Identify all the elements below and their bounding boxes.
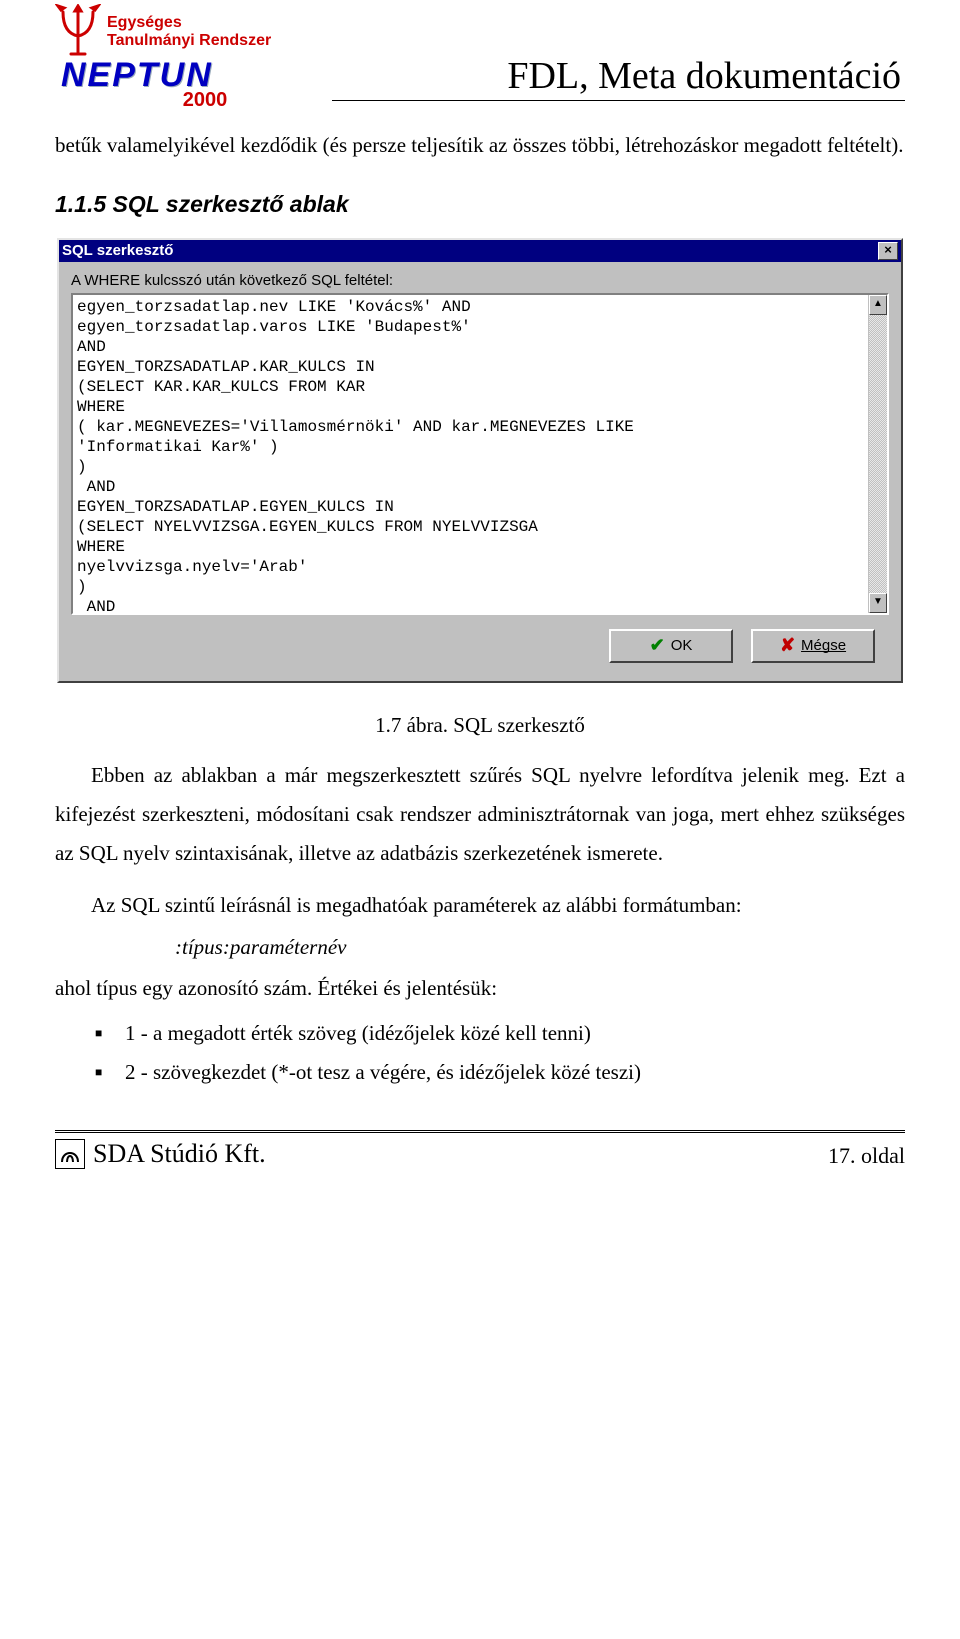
intro-paragraph: betűk valamelyikével kezdődik (és persze… (55, 126, 905, 165)
cancel-label: Mégse (801, 637, 846, 654)
close-icon[interactable]: × (878, 242, 898, 260)
editor-label: A WHERE kulcsszó után következő SQL felt… (71, 272, 889, 289)
vertical-scrollbar[interactable]: ▲ ▼ (868, 295, 887, 613)
sql-editor-field[interactable]: egyen_torzsadatlap.nev LIKE 'Kovács%' AN… (71, 293, 889, 615)
logo-line2: Tanulmányi Rendszer (107, 32, 271, 50)
scroll-track[interactable] (869, 315, 887, 593)
scroll-up-icon[interactable]: ▲ (869, 295, 887, 315)
list-item: 2 - szövegkezdet (*-ot tesz a végére, és… (55, 1053, 905, 1092)
window-titlebar: SQL szerkesztő × (59, 240, 901, 262)
logo-block: Egységes Tanulmányi Rendszer NEPTUN 2000 (55, 4, 315, 112)
section-heading: 1.1.5 SQL szerkesztő ablak (55, 191, 905, 218)
figure-caption: 1.7 ábra. SQL szerkesztő (55, 713, 905, 738)
page-footer: SDA Stúdió Kft. 17. oldal (55, 1130, 905, 1169)
check-icon: ✔ (650, 635, 665, 656)
bullet-list: 1 - a megadott érték szöveg (idézőjelek … (55, 1014, 905, 1092)
ok-label: OK (671, 637, 693, 654)
logo-line1: Egységes (107, 14, 271, 32)
document-title: FDL, Meta dokumentáció (332, 4, 905, 101)
scroll-down-icon[interactable]: ▼ (869, 593, 887, 613)
trident-icon (55, 4, 101, 60)
footer-company: SDA Stúdió Kft. (93, 1139, 266, 1169)
param-format: :típus:paraméternév (175, 929, 905, 967)
body-para-2: Az SQL szintű leírásnál is megadhatóak p… (55, 886, 905, 925)
list-item: 1 - a megadott érték szöveg (idézőjelek … (55, 1014, 905, 1053)
ok-button[interactable]: ✔ OK (609, 629, 733, 663)
body-para-1: Ebben az ablakban a már megszerkesztett … (55, 756, 905, 873)
x-icon: ✘ (780, 635, 795, 656)
window-title: SQL szerkesztő (62, 242, 878, 259)
footer-page-number: 17. oldal (828, 1143, 905, 1169)
body-para-3: ahol típus egy azonosító szám. Értékei é… (55, 969, 905, 1008)
sql-editor-window: SQL szerkesztő × A WHERE kulcsszó után k… (57, 238, 903, 683)
footer-logo-icon (55, 1139, 85, 1169)
sql-text[interactable]: egyen_torzsadatlap.nev LIKE 'Kovács%' AN… (73, 295, 868, 613)
cancel-button[interactable]: ✘ Mégse (751, 629, 875, 663)
page-header: Egységes Tanulmányi Rendszer NEPTUN 2000… (55, 0, 905, 112)
